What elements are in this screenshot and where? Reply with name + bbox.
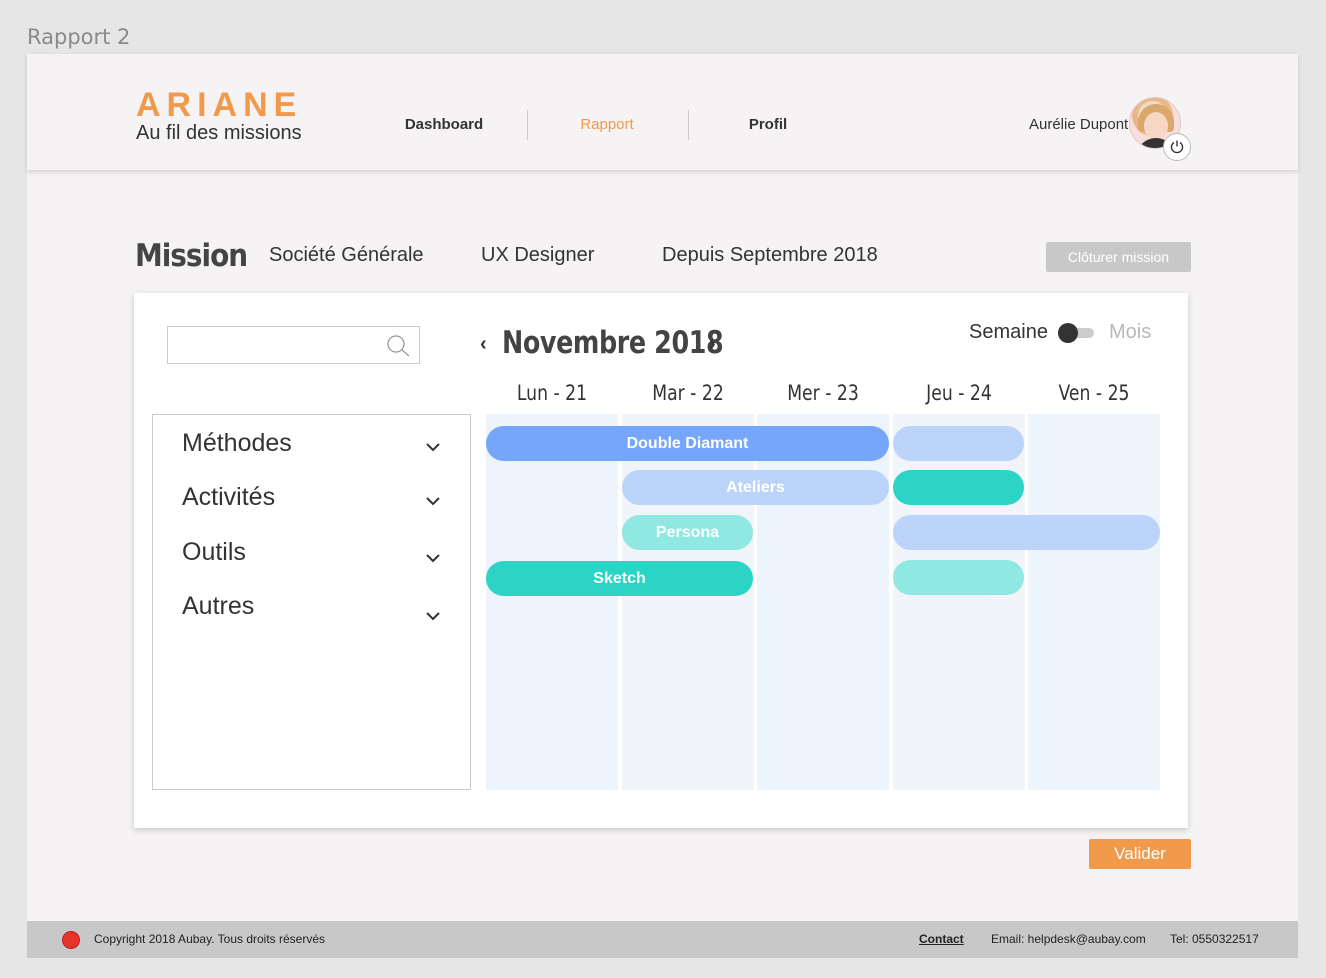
- view-month-label[interactable]: Mois: [1109, 321, 1151, 344]
- frame-label: Rapport 2: [27, 25, 131, 49]
- nav-rapport[interactable]: Rapport: [580, 116, 633, 133]
- validate-button[interactable]: Valider: [1089, 839, 1191, 869]
- category-methodes[interactable]: Méthodes: [182, 429, 292, 458]
- day-label-mar: Mar - 22: [652, 381, 724, 405]
- day-column[interactable]: [1028, 414, 1160, 790]
- category-autres[interactable]: Autres: [182, 592, 254, 621]
- mission-role: UX Designer: [481, 244, 595, 266]
- nav-divider: [688, 110, 689, 140]
- calendar-card: Méthodes Activités Outils Autres ‹ Novem…: [134, 293, 1188, 828]
- day-label-ven: Ven - 25: [1058, 381, 1130, 405]
- power-icon-glyph: [1170, 140, 1184, 154]
- prev-month-button[interactable]: ‹: [480, 333, 487, 356]
- chevron-down-icon[interactable]: [425, 439, 441, 455]
- day-label-lun: Lun - 21: [516, 381, 588, 405]
- page: ARIANE Au fil des missions Dashboard Rap…: [27, 54, 1298, 958]
- chevron-down-icon[interactable]: [425, 493, 441, 509]
- event-double-diamant[interactable]: Double Diamant: [486, 426, 889, 461]
- footer-email: Email: helpdesk@aubay.com: [991, 932, 1146, 946]
- event-block[interactable]: [893, 560, 1024, 595]
- day-label-jeu: Jeu - 24: [926, 381, 992, 405]
- search-icon[interactable]: [385, 333, 411, 359]
- footer-copyright: Copyright 2018 Aubay. Tous droits réserv…: [94, 932, 326, 946]
- event-block[interactable]: [893, 470, 1024, 505]
- category-outils[interactable]: Outils: [182, 538, 246, 567]
- footer-tel: Tel: 0550322517: [1170, 932, 1259, 946]
- event-persona[interactable]: Persona: [622, 515, 753, 550]
- category-activites[interactable]: Activités: [182, 483, 275, 512]
- footer: Copyright 2018 Aubay. Tous droits réserv…: [27, 921, 1298, 958]
- mission-company: Société Générale: [269, 244, 424, 266]
- month-title: Novembre 2018: [502, 325, 724, 361]
- footer-contact-link[interactable]: Contact: [919, 932, 964, 946]
- avatar-face: [1144, 112, 1168, 140]
- search-input[interactable]: [167, 326, 420, 364]
- nav-divider: [527, 110, 528, 140]
- mission-since: Depuis Septembre 2018: [662, 244, 878, 266]
- header: ARIANE Au fil des missions Dashboard Rap…: [27, 54, 1298, 170]
- mission-title: Mission: [135, 238, 248, 274]
- event-block[interactable]: [893, 426, 1024, 461]
- chevron-down-icon[interactable]: [425, 608, 441, 624]
- nav-dashboard[interactable]: Dashboard: [405, 116, 483, 133]
- category-panel: Méthodes Activités Outils Autres: [152, 414, 471, 790]
- logo-subtitle: Au fil des missions: [136, 122, 302, 144]
- next-month-button[interactable]: ›: [709, 333, 716, 356]
- day-column[interactable]: [486, 414, 618, 790]
- event-block[interactable]: [893, 515, 1160, 550]
- view-toggle[interactable]: [1058, 323, 1094, 343]
- chevron-down-icon[interactable]: [425, 550, 441, 566]
- aubay-logo-icon: [62, 931, 80, 949]
- day-label-mer: Mer - 23: [787, 381, 859, 405]
- event-sketch[interactable]: Sketch: [486, 561, 753, 596]
- event-ateliers[interactable]: Ateliers: [622, 470, 889, 505]
- user-name[interactable]: Aurélie Dupont: [1029, 116, 1128, 133]
- power-icon[interactable]: [1163, 133, 1191, 161]
- nav-profil[interactable]: Profil: [749, 116, 787, 133]
- close-mission-button[interactable]: Clôturer mission: [1046, 242, 1191, 272]
- view-week-label[interactable]: Semaine: [969, 321, 1048, 344]
- logo-title[interactable]: ARIANE: [136, 86, 302, 125]
- toggle-knob: [1058, 323, 1078, 343]
